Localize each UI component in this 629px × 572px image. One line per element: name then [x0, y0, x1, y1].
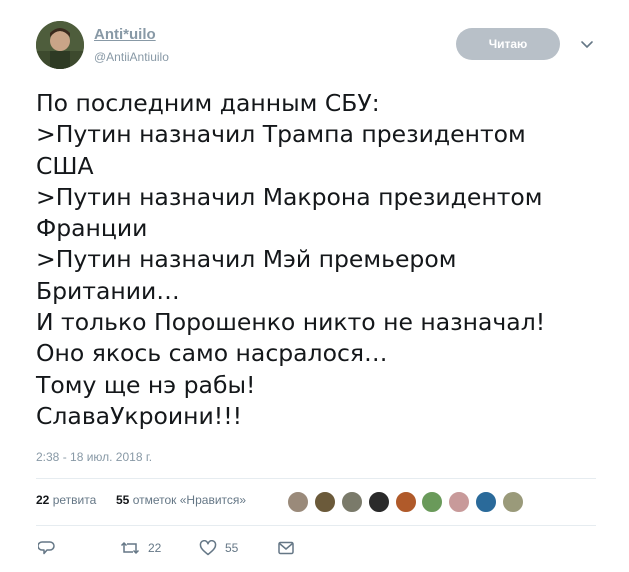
author-avatar[interactable]	[36, 21, 84, 69]
tweet-line: СлаваУкроини!!!	[36, 401, 243, 430]
tweet-line: По последним данным СБУ:	[36, 89, 380, 117]
liker-avatars	[287, 491, 529, 513]
liker-avatar[interactable]	[340, 491, 363, 513]
follow-button[interactable]: Читаю	[456, 28, 560, 60]
divider	[36, 478, 596, 479]
heart-icon	[199, 540, 217, 556]
reply-icon	[38, 540, 56, 556]
author-display-name[interactable]: Anti*uilo	[94, 26, 156, 43]
reply-action[interactable]	[38, 540, 64, 556]
retweet-stat-count: 22	[36, 493, 50, 507]
tweet-line: Оно якось само насралося…	[36, 339, 388, 368]
liker-avatar[interactable]	[367, 491, 390, 513]
tweet-text: По последним данным СБУ: >Путин назначил…	[36, 88, 596, 432]
liker-avatar[interactable]	[502, 491, 525, 513]
like-action[interactable]: 55	[199, 540, 238, 556]
direct-message-action[interactable]	[277, 540, 295, 556]
liker-avatar[interactable]	[394, 491, 417, 513]
like-stat-count: 55	[116, 493, 130, 507]
tweet-line: >Путин назначил Макрона президентом	[36, 182, 543, 211]
liker-avatar[interactable]	[475, 491, 498, 513]
liker-avatar[interactable]	[313, 491, 336, 513]
tweet-line: Франции	[36, 214, 148, 243]
tweet-timestamp[interactable]: 2:38 - 18 июл. 2018 г.	[36, 450, 152, 464]
like-stat[interactable]: 55 отметок «Нравится»	[116, 493, 246, 507]
chevron-down-icon[interactable]	[578, 36, 596, 54]
tweet-line: >Путин назначил Мэй премьером	[36, 245, 457, 274]
liker-avatar[interactable]	[421, 491, 444, 513]
tweet-line: Тому ще нэ рабы!	[36, 370, 256, 399]
author-handle[interactable]: @AntiiAntiuilo	[94, 50, 169, 64]
tweet-line: Британии…	[36, 276, 180, 305]
envelope-icon	[277, 540, 295, 556]
retweet-stat-label: ретвита	[52, 493, 97, 507]
tweet-line: >Путин назначил Трампа президентом	[36, 120, 526, 149]
retweet-action[interactable]: 22	[120, 540, 161, 556]
like-stat-label: отметок «Нравится»	[132, 493, 247, 507]
liker-avatar[interactable]	[448, 491, 471, 513]
liker-avatar[interactable]	[287, 491, 309, 513]
tweet-line: США	[36, 151, 94, 180]
divider	[36, 525, 596, 526]
retweet-stat[interactable]: 22 ретвита	[36, 493, 96, 507]
retweet-count: 22	[148, 541, 162, 555]
tweet-line: И только Порошенко никто не назначал!	[36, 308, 546, 337]
retweet-icon	[120, 540, 140, 556]
like-count: 55	[225, 541, 239, 555]
